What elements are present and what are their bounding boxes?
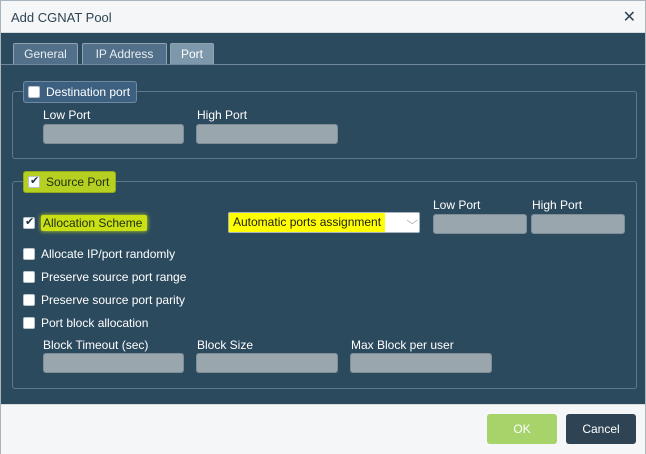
chevron-down-icon[interactable]: ⌵	[406, 215, 418, 228]
destination-port-label: Destination port	[46, 85, 131, 99]
cancel-button[interactable]: Cancel	[566, 414, 636, 444]
tab-port[interactable]: Port	[170, 43, 214, 65]
allocate-random-checkbox[interactable]	[23, 248, 35, 260]
allocation-scheme-label: Allocation Scheme	[41, 215, 148, 231]
preserve-parity-label: Preserve source port parity	[41, 293, 186, 307]
block-timeout-input[interactable]	[43, 353, 184, 373]
dest-high-port-input[interactable]	[196, 124, 338, 144]
add-cgnat-pool-dialog: Add CGNAT Pool ✕ General IP Address Port…	[0, 0, 646, 454]
src-low-port-input[interactable]	[433, 214, 527, 234]
allocation-scheme-checkbox[interactable]	[23, 215, 35, 229]
allocation-scheme-row[interactable]: Allocation Scheme	[23, 215, 148, 231]
option-preserve-range[interactable]: Preserve source port range	[23, 270, 186, 284]
dest-low-port-input[interactable]	[43, 124, 184, 144]
destination-port-checkbox[interactable]	[28, 86, 40, 98]
destination-port-toggle[interactable]: Destination port	[23, 81, 138, 103]
dest-low-port-label: Low Port	[43, 108, 91, 122]
allocate-random-label: Allocate IP/port randomly	[41, 247, 176, 261]
src-high-port-label: High Port	[532, 198, 583, 212]
dialog-footer: OK Cancel	[1, 404, 645, 454]
src-high-port-input[interactable]	[531, 214, 625, 234]
allocation-scheme-select[interactable]: Automatic ports assignment ⌵	[228, 212, 420, 233]
dialog-title: Add CGNAT Pool	[11, 10, 112, 25]
option-preserve-parity[interactable]: Preserve source port parity	[23, 293, 185, 307]
port-block-allocation-label: Port block allocation	[41, 316, 149, 330]
source-port-label: Source Port	[46, 175, 110, 189]
option-port-block-allocation[interactable]: Port block allocation	[23, 316, 148, 330]
source-port-toggle[interactable]: Source Port	[23, 171, 117, 193]
max-block-input[interactable]	[350, 353, 492, 373]
port-block-allocation-checkbox[interactable]	[23, 317, 35, 329]
option-allocate-random[interactable]: Allocate IP/port randomly	[23, 247, 175, 261]
block-timeout-label: Block Timeout (sec)	[43, 338, 149, 352]
dest-high-port-label: High Port	[197, 108, 248, 122]
dialog-titlebar: Add CGNAT Pool ✕	[1, 1, 645, 33]
preserve-parity-checkbox[interactable]	[23, 294, 35, 306]
tab-ip-address[interactable]: IP Address	[82, 43, 167, 65]
block-size-input[interactable]	[196, 353, 338, 373]
src-low-port-label: Low Port	[433, 198, 481, 212]
preserve-range-checkbox[interactable]	[23, 271, 35, 283]
preserve-range-label: Preserve source port range	[41, 270, 187, 284]
source-port-checkbox[interactable]	[28, 174, 40, 188]
close-icon[interactable]: ✕	[623, 7, 636, 27]
block-size-label: Block Size	[197, 338, 254, 352]
tab-content-port: Destination port Low Port High Port Sour…	[1, 64, 645, 404]
ok-button[interactable]: OK	[487, 414, 557, 444]
allocation-scheme-selected-value: Automatic ports assignment	[229, 213, 386, 232]
tab-general[interactable]: General	[13, 43, 78, 65]
max-block-label: Max Block per user	[351, 338, 454, 352]
